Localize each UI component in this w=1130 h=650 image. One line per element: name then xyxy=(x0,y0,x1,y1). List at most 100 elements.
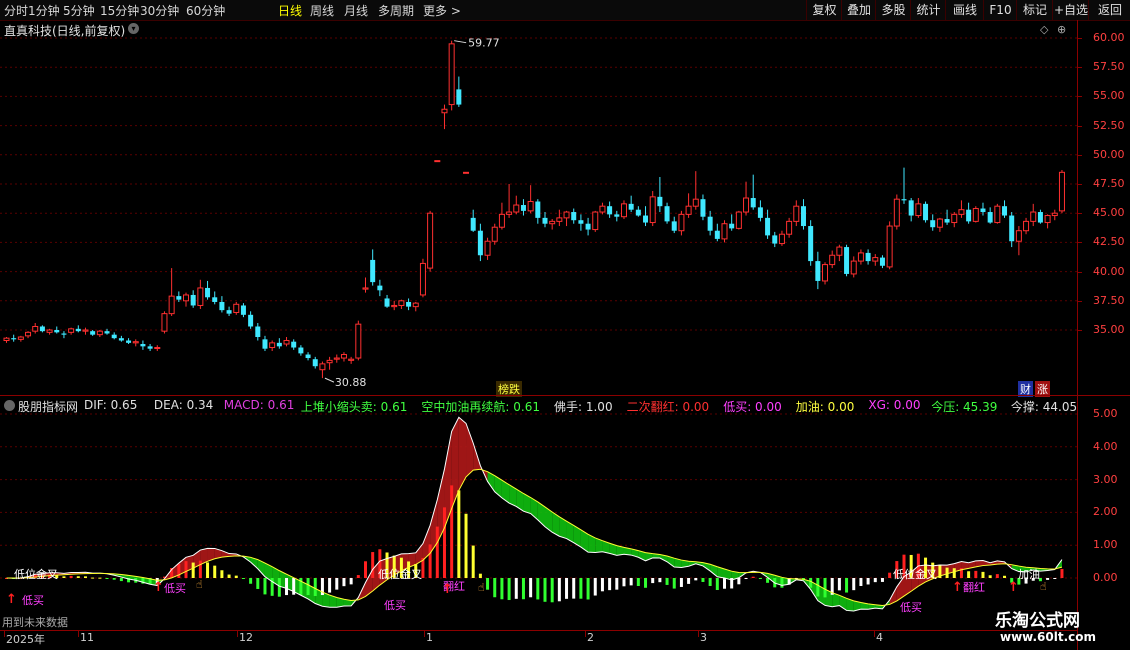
high-marker-line xyxy=(454,40,467,44)
macd-bar xyxy=(615,578,619,590)
candle xyxy=(542,212,548,228)
candle xyxy=(829,250,836,269)
candle xyxy=(865,249,871,265)
candle xyxy=(17,335,24,342)
toolbar-button-8[interactable]: 返回 xyxy=(1088,0,1130,20)
candle xyxy=(915,198,922,218)
candle xyxy=(930,214,936,231)
candle xyxy=(857,249,864,265)
toolbar-button-2[interactable]: 多股 xyxy=(875,0,911,20)
macd-bar xyxy=(69,575,73,578)
period-tab-1[interactable]: 1分钟 xyxy=(28,2,60,19)
candle xyxy=(326,356,333,370)
candle xyxy=(226,306,232,316)
macd-bar xyxy=(457,490,461,578)
period-tab-3[interactable]: 15分钟 xyxy=(100,2,139,19)
period-tab-7[interactable]: 周线 xyxy=(310,2,334,19)
candle xyxy=(154,345,161,352)
candle xyxy=(276,338,282,349)
macd-bar xyxy=(809,578,813,588)
toolbar-button-4[interactable]: 画线 xyxy=(945,0,984,20)
candle xyxy=(614,210,620,222)
price-tick-label: 42.50 xyxy=(1093,235,1125,249)
macd-bar xyxy=(335,578,339,590)
candle xyxy=(556,209,563,227)
macd-bar xyxy=(521,578,525,600)
candle xyxy=(1044,214,1051,229)
period-tab-0[interactable]: 分时 xyxy=(4,2,28,19)
candle xyxy=(700,194,706,221)
candle xyxy=(197,279,204,309)
candle xyxy=(348,356,355,364)
macd-bar xyxy=(737,578,741,585)
macd-bar xyxy=(435,526,439,578)
candle xyxy=(793,200,800,227)
period-tab-6[interactable]: 日线 xyxy=(278,2,302,19)
candle xyxy=(886,221,893,270)
date-label: 2025年 xyxy=(6,633,45,646)
candle xyxy=(1009,212,1015,248)
macd-bar xyxy=(514,578,518,599)
candle xyxy=(1037,209,1043,224)
price-tick-label: 40.00 xyxy=(1093,264,1125,278)
up-arrow-icon: ↑ xyxy=(952,580,963,595)
macd-bar xyxy=(593,578,597,596)
macd-bar xyxy=(543,578,547,602)
date-label: 1 xyxy=(426,631,433,644)
macd-bar xyxy=(565,578,569,599)
toolbar-button-1[interactable]: 叠加 xyxy=(841,0,876,20)
toolbar-button-0[interactable]: 复权 xyxy=(806,0,842,20)
high-price-label: 59.77 xyxy=(468,37,500,50)
toolbar-button-6[interactable]: 标记 xyxy=(1016,0,1053,20)
candle xyxy=(772,231,778,248)
candle xyxy=(908,198,914,222)
period-tab-4[interactable]: 30分钟 xyxy=(140,2,179,19)
up-arrow-icon: ↑ xyxy=(1008,580,1019,595)
macd-bar xyxy=(206,562,210,578)
candle xyxy=(628,195,634,213)
macd-bar xyxy=(845,578,849,593)
macd-bar xyxy=(974,570,978,578)
top-toolbar: 分时 1分钟 5分钟 15分钟 30分钟 60分钟 日线 周线 月线 多周期 更多 > 复权 叠加 多股统… xyxy=(0,0,1130,21)
toolbar-button-5[interactable]: F10 xyxy=(983,0,1017,20)
macd-bar xyxy=(62,576,66,578)
macd-bar xyxy=(945,567,949,578)
indicator-tick-label: 2.00 xyxy=(1093,505,1118,519)
toolbar-button-3[interactable]: 统计 xyxy=(910,0,946,20)
signal-low-gold-1: 低位金叉 xyxy=(378,568,422,581)
candle xyxy=(391,300,398,311)
candle xyxy=(398,299,405,309)
candle xyxy=(205,280,211,300)
period-tab-8[interactable]: 月线 xyxy=(344,2,368,19)
date-tick xyxy=(874,631,875,637)
macd-bar xyxy=(636,578,640,586)
candle xyxy=(643,206,649,227)
period-tab-2[interactable]: 5分钟 xyxy=(63,2,95,19)
toolbar-button-7[interactable]: +自选 xyxy=(1052,0,1089,20)
indicator-tick-label: 3.00 xyxy=(1093,472,1118,486)
macd-bar xyxy=(579,578,583,599)
macd-bar xyxy=(780,578,784,588)
candle xyxy=(620,200,627,220)
candle xyxy=(498,202,505,230)
candle xyxy=(132,339,139,347)
macd-bar xyxy=(880,578,884,582)
macd-bar xyxy=(723,578,726,589)
macd-bar xyxy=(888,572,892,578)
candle xyxy=(111,332,117,340)
candle xyxy=(377,279,383,297)
macd-bar xyxy=(442,507,446,578)
candle xyxy=(75,325,81,333)
up-arrow-icon: ↑ xyxy=(6,592,17,607)
macd-bar xyxy=(758,578,762,579)
candle xyxy=(757,200,763,222)
candle xyxy=(585,217,591,236)
macd-bar xyxy=(572,578,576,599)
candle xyxy=(607,201,613,218)
candle xyxy=(836,244,843,262)
period-tab-9[interactable]: 多周期 xyxy=(378,2,414,19)
candle xyxy=(140,340,146,350)
period-tab-5[interactable]: 60分钟 xyxy=(186,2,225,19)
period-tab-10[interactable]: 更多 > xyxy=(423,2,461,19)
macd-bar xyxy=(967,571,971,578)
